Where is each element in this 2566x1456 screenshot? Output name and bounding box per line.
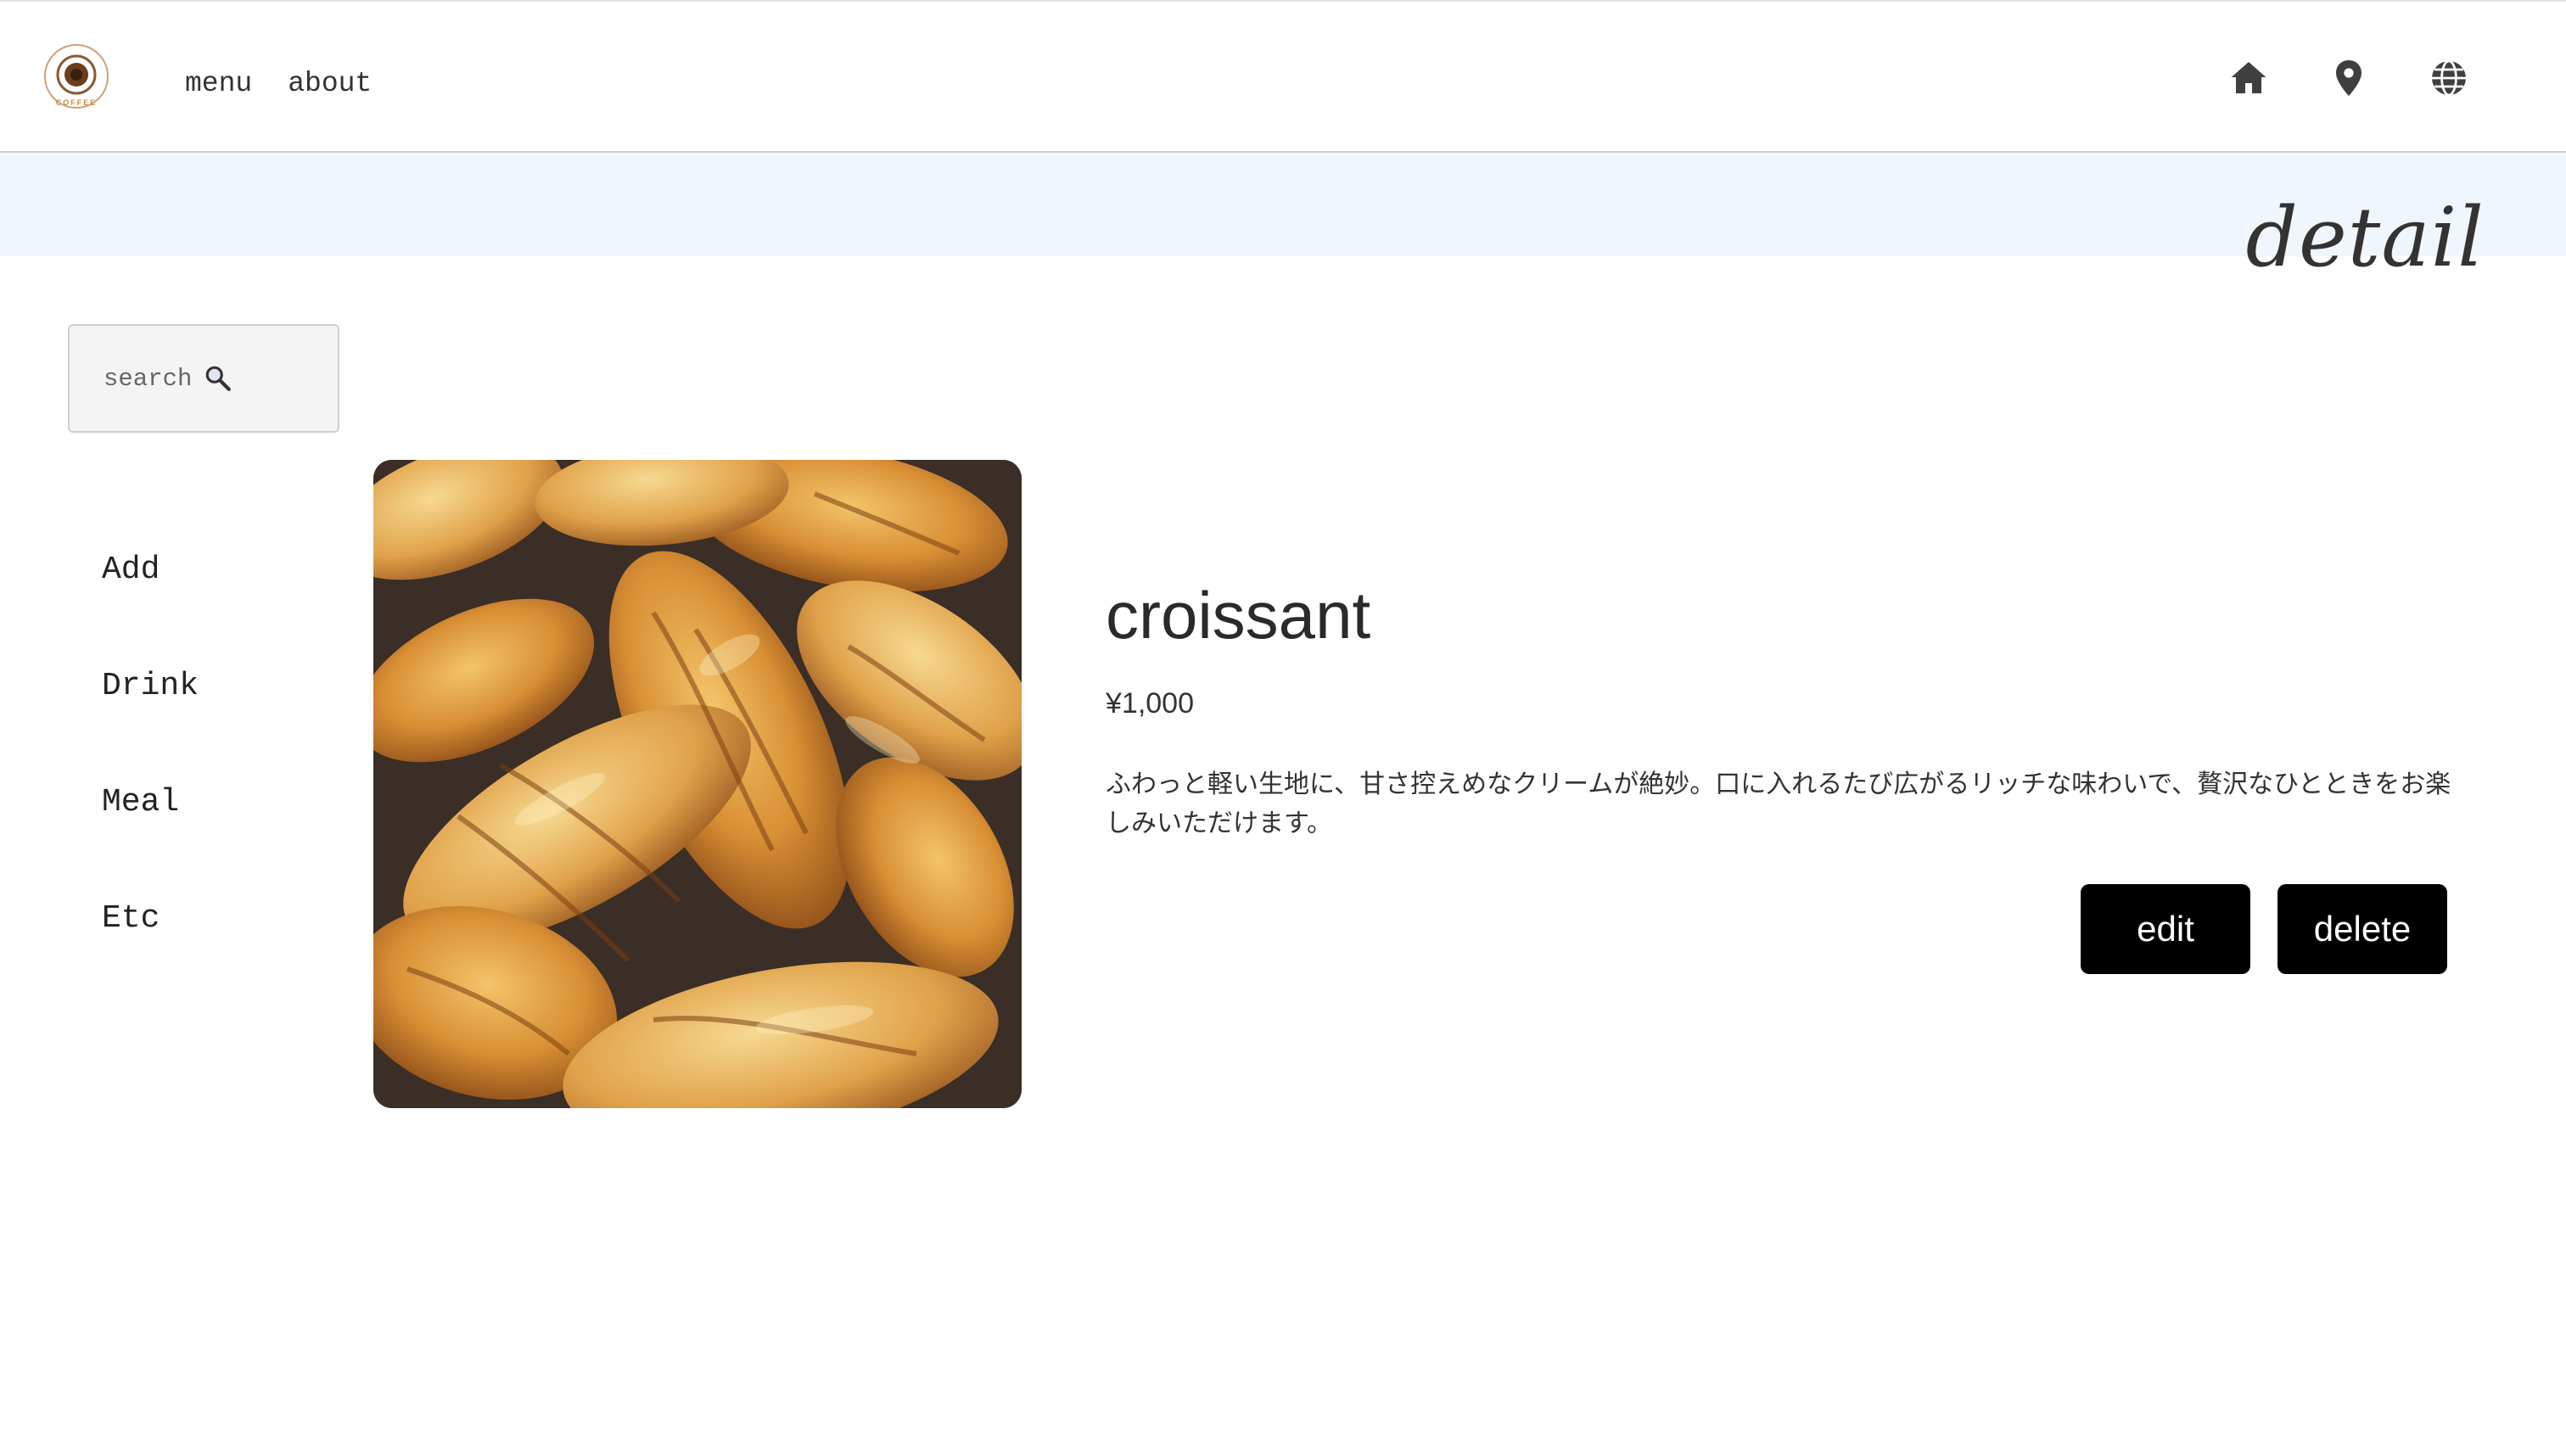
sidebar-item-drink[interactable]: Drink [102, 668, 199, 784]
header-icons [2228, 58, 2469, 98]
main-nav: menu about [185, 68, 372, 99]
edit-button[interactable]: edit [2081, 884, 2250, 974]
product-description: ふわっと軽い生地に、甘さ控えめなクリームが絶妙。口に入れるたび広がるリッチな味わ… [1106, 770, 2451, 837]
magnifier-icon[interactable] [204, 364, 233, 393]
home-icon[interactable] [2228, 58, 2269, 98]
page-title: detail [2245, 190, 2485, 285]
search-box[interactable] [68, 324, 339, 433]
logo-text: COFFEE [56, 98, 98, 107]
coffee-logo[interactable]: COFFEE [42, 44, 110, 112]
product-image [373, 460, 1022, 1108]
croissant-photo [373, 460, 1022, 1108]
product-name: croissant [1106, 578, 1371, 652]
location-pin-icon[interactable] [2328, 58, 2369, 98]
sidebar-item-meal[interactable]: Meal [102, 784, 199, 900]
site-header: COFFEE menu about [0, 2, 2566, 153]
search-input[interactable] [104, 364, 205, 393]
sidebar-item-etc[interactable]: Etc [102, 900, 199, 1016]
sidebar-item-add[interactable]: Add [102, 552, 199, 668]
nav-menu-link[interactable]: menu [185, 68, 252, 99]
title-band [0, 153, 2566, 256]
category-sidebar: Add Drink Meal Etc [102, 552, 199, 1016]
delete-button[interactable]: delete [2277, 884, 2447, 974]
globe-icon[interactable] [2429, 58, 2469, 98]
product-price: ¥1,000 [1106, 687, 1194, 720]
nav-about-link[interactable]: about [288, 68, 372, 99]
